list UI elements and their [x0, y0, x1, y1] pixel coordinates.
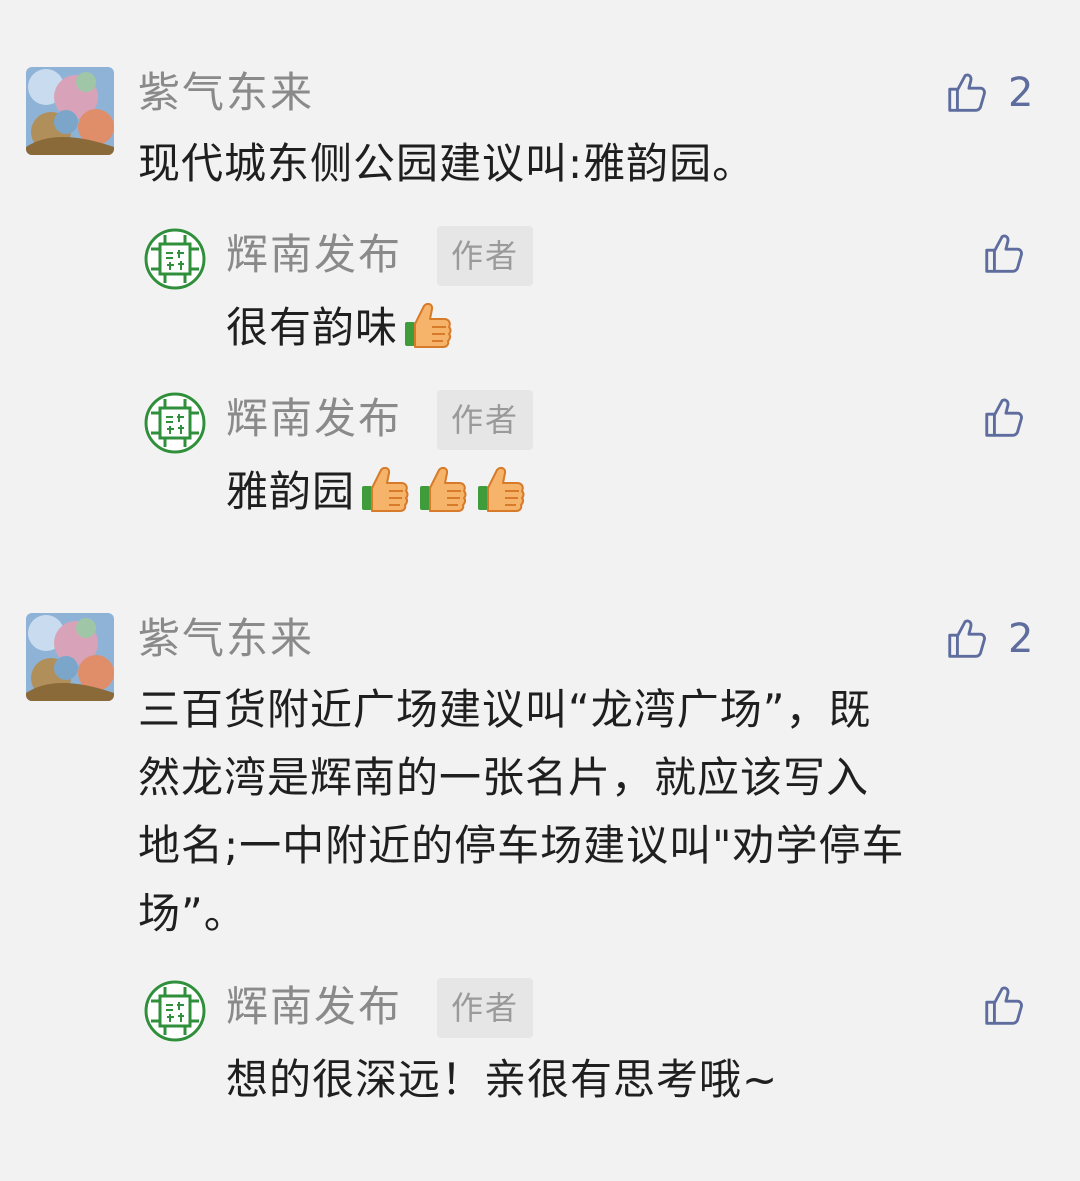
thumbs-up-icon [417, 462, 471, 516]
thumbs-up-icon [402, 298, 456, 352]
like-button[interactable] [981, 395, 1027, 441]
avatar[interactable] [26, 613, 114, 701]
reply-text: 很有韵味 [226, 294, 456, 362]
author-logo-icon [143, 391, 207, 455]
thumbs-up-icon [944, 70, 990, 116]
comment-text-line: 场”。 [138, 889, 247, 938]
like-count: 2 [1008, 616, 1034, 662]
thumbs-up-icon [981, 983, 1027, 1029]
user-avatar-photo [26, 67, 114, 155]
thumbs-up-icon [359, 462, 413, 516]
comment-text-line: 地名;一中附近的停车场建议叫"劝学停车 [138, 821, 905, 870]
author-logo-icon [143, 979, 207, 1043]
thumbs-up-icon [475, 462, 529, 516]
like-button[interactable]: 2 [944, 68, 1033, 118]
author-badge: 作者 [437, 978, 534, 1038]
like-button[interactable]: 2 [944, 614, 1033, 664]
reply-text: 想的很深远！亲很有思考哦~ [226, 1055, 779, 1104]
reply-username[interactable]: 辉南发布 [226, 982, 402, 1032]
author-avatar[interactable] [143, 391, 207, 455]
comment-username[interactable]: 紫气东来 [138, 68, 314, 118]
reply-username[interactable]: 辉南发布 [226, 230, 402, 280]
comment-username[interactable]: 紫气东来 [138, 614, 314, 664]
reply-text-content: 很有韵味 [226, 303, 399, 352]
author-badge: 作者 [437, 390, 534, 450]
comment-text: 现代城东侧公园建议叫:雅韵园。 [138, 139, 756, 188]
user-avatar-photo [26, 613, 114, 701]
avatar[interactable] [26, 67, 114, 155]
comment-text-line: 然龙湾是辉南的一张名片，就应该写入 [138, 753, 870, 802]
reply-username[interactable]: 辉南发布 [226, 394, 402, 444]
reply-text-content: 雅韵园 [226, 467, 356, 516]
comment-text: 三百货附近广场建议叫“龙湾广场”，既 然龙湾是辉南的一张名片，就应该写入 地名;… [138, 676, 1038, 948]
thumbs-up-icon [944, 616, 990, 662]
author-badge: 作者 [437, 226, 534, 286]
author-avatar[interactable] [143, 979, 207, 1043]
author-logo-icon [143, 227, 207, 291]
like-button[interactable] [981, 983, 1027, 1029]
author-avatar[interactable] [143, 227, 207, 291]
thumbs-up-icon [981, 231, 1027, 277]
comment-text-line: 三百货附近广场建议叫“龙湾广场”，既 [138, 685, 872, 734]
reply-text: 雅韵园 [226, 458, 529, 526]
like-count: 2 [1008, 70, 1034, 116]
like-button[interactable] [981, 231, 1027, 277]
thumbs-up-icon [981, 395, 1027, 441]
